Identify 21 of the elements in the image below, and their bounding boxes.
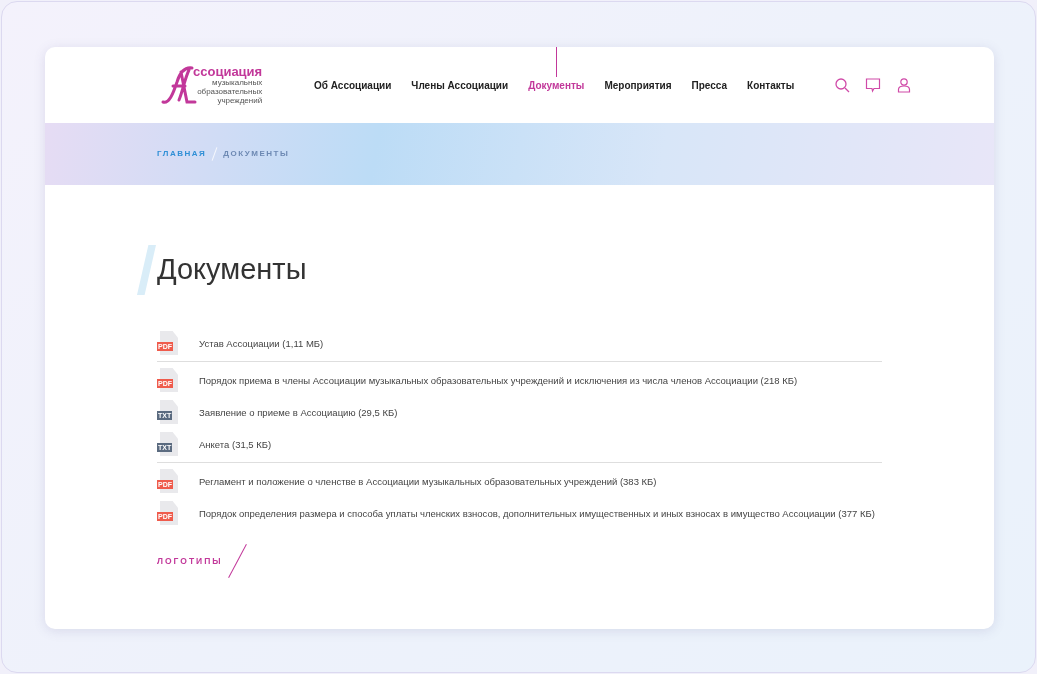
- document-link[interactable]: Порядок определения размера и способа уплаты членских взносов, дополнительных имущественных и иных взносах в имущество Ассоциации (377 КБ): [199, 505, 875, 521]
- search-icon[interactable]: [834, 77, 851, 93]
- logo-subtitle: учреждений: [217, 96, 263, 105]
- document-link[interactable]: Устав Ассоциации (1,11 МБ): [199, 335, 324, 351]
- nav-link[interactable]: Документы: [528, 47, 585, 123]
- user-icon[interactable]: [896, 77, 913, 93]
- chat-icon[interactable]: [865, 77, 882, 93]
- document-link[interactable]: Анкета (31,5 КБ): [199, 436, 272, 452]
- logo-subtitle: музыкальных: [212, 78, 263, 87]
- nav-link[interactable]: Члены Ассоциации: [411, 47, 509, 123]
- nav-link[interactable]: Контакты: [747, 47, 795, 123]
- document-link[interactable]: Заявление о приеме в Ассоциацию (29,5 КБ): [199, 404, 398, 420]
- document-link[interactable]: Регламент и положение о членстве в Ассоциации музыкальных образовательных учреждений (383 КБ): [199, 473, 657, 489]
- document-link[interactable]: Порядок приема в члены Ассоциации музыкальных образовательных учреждений и исключения из числа членов Ассоциации (218 КБ): [199, 372, 798, 388]
- logo-title: ссоциация: [193, 65, 263, 78]
- logo-subtitle: образовательных: [197, 87, 263, 96]
- page-heading: Документы: [157, 252, 307, 288]
- nav-link[interactable]: Пресса: [691, 47, 728, 123]
- section-link[interactable]: ЛОГОТИПЫ: [157, 554, 223, 568]
- nav-link[interactable]: Мероприятия: [604, 47, 672, 123]
- nav-link[interactable]: Об Ассоциации: [314, 47, 392, 123]
